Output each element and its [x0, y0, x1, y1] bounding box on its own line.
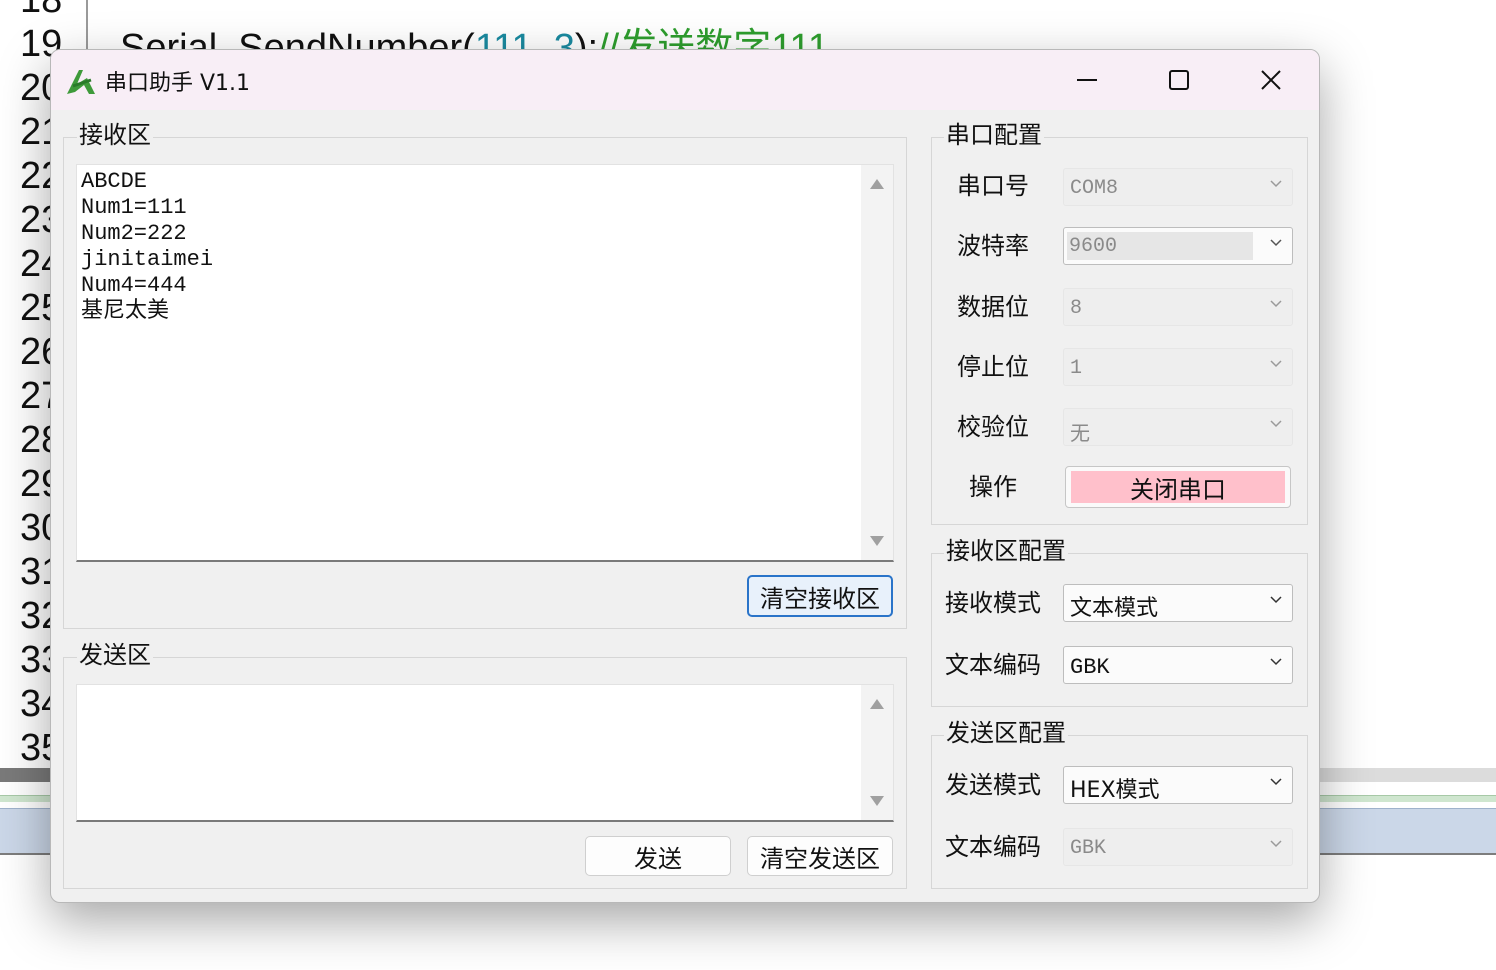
- stop-bits-value: 1: [1070, 357, 1083, 380]
- send-config-group-label: 发送区配置: [944, 718, 1068, 748]
- clear-send-button[interactable]: 清空发送区: [747, 836, 893, 876]
- scroll-up-arrow-icon[interactable]: [870, 179, 884, 189]
- stop-bits-label: 停止位: [957, 353, 1029, 381]
- send-button[interactable]: 发送: [585, 836, 731, 876]
- operation-label: 操作: [969, 473, 1017, 501]
- chevron-down-icon: [1270, 840, 1282, 848]
- clear-receive-button[interactable]: 清空接收区: [747, 575, 893, 617]
- send-encoding-label: 文本编码: [945, 833, 1041, 861]
- chevron-down-icon: [1270, 239, 1282, 247]
- line-number: 18: [20, 0, 63, 21]
- close-button[interactable]: [1239, 58, 1303, 102]
- receive-config-group-label: 接收区配置: [944, 536, 1068, 566]
- receive-mode-select[interactable]: 文本模式: [1063, 584, 1293, 622]
- send-encoding-value: GBK: [1070, 837, 1107, 860]
- parity-label: 校验位: [957, 413, 1029, 441]
- send-mode-value: HEX模式: [1070, 778, 1160, 803]
- receive-scrollbar[interactable]: [861, 165, 893, 560]
- baud-select[interactable]: 9600: [1063, 227, 1293, 265]
- port-label: 串口号: [957, 172, 1029, 200]
- title-bar[interactable]: 串口助手 V1.1: [51, 50, 1319, 110]
- chevron-down-icon: [1270, 180, 1282, 188]
- chevron-down-icon: [1270, 658, 1282, 666]
- data-bits-label: 数据位: [957, 293, 1029, 321]
- chevron-down-icon: [1270, 596, 1282, 604]
- parity-select[interactable]: 无: [1063, 408, 1293, 446]
- receive-mode-label: 接收模式: [945, 589, 1041, 617]
- close-port-button[interactable]: 关闭串口: [1065, 466, 1291, 508]
- port-value: COM8: [1070, 177, 1119, 200]
- receive-mode-value: 文本模式: [1070, 596, 1159, 621]
- maximize-icon: [1169, 70, 1189, 90]
- scroll-down-arrow-icon[interactable]: [870, 536, 884, 546]
- data-bits-select[interactable]: 8: [1063, 288, 1293, 326]
- minimize-button[interactable]: [1055, 58, 1119, 102]
- minimize-icon: [1077, 79, 1097, 81]
- scroll-up-arrow-icon[interactable]: [870, 699, 884, 709]
- stop-bits-select[interactable]: 1: [1063, 348, 1293, 386]
- send-textarea[interactable]: [76, 684, 894, 822]
- baud-value: 9600: [1069, 235, 1118, 258]
- serial-config-group-label: 串口配置: [944, 120, 1044, 150]
- window-title: 串口助手 V1.1: [105, 71, 251, 96]
- parity-value: 无: [1070, 421, 1090, 445]
- maximize-button[interactable]: [1147, 58, 1211, 102]
- send-group-label: 发送区: [77, 640, 153, 670]
- receive-encoding-select[interactable]: GBK: [1063, 646, 1293, 684]
- scroll-down-arrow-icon[interactable]: [870, 796, 884, 806]
- send-mode-label: 发送模式: [945, 771, 1041, 799]
- receive-encoding-label: 文本编码: [945, 651, 1041, 679]
- receive-group-label: 接收区: [77, 120, 153, 150]
- port-select[interactable]: COM8: [1063, 168, 1293, 206]
- chevron-down-icon: [1270, 420, 1282, 428]
- baud-label: 波特率: [957, 232, 1029, 260]
- send-mode-select[interactable]: HEX模式: [1063, 766, 1293, 804]
- send-encoding-select[interactable]: GBK: [1063, 828, 1293, 866]
- close-port-button-label: 关闭串口: [1071, 471, 1285, 504]
- chevron-down-icon: [1270, 300, 1282, 308]
- chevron-down-icon: [1270, 778, 1282, 786]
- send-scrollbar[interactable]: [861, 685, 893, 820]
- app-logo-icon: [67, 70, 95, 94]
- chevron-down-icon: [1270, 360, 1282, 368]
- receive-encoding-value: GBK: [1070, 655, 1110, 680]
- serial-assistant-window: 串口助手 V1.1 接收区 ABCDE Num1=111 Num2=222 ji…: [50, 49, 1320, 903]
- close-icon: [1261, 70, 1281, 90]
- receive-textarea[interactable]: ABCDE Num1=111 Num2=222 jinitaimei Num4=…: [76, 164, 894, 562]
- data-bits-value: 8: [1070, 297, 1083, 320]
- receive-content: ABCDE Num1=111 Num2=222 jinitaimei Num4=…: [81, 169, 214, 324]
